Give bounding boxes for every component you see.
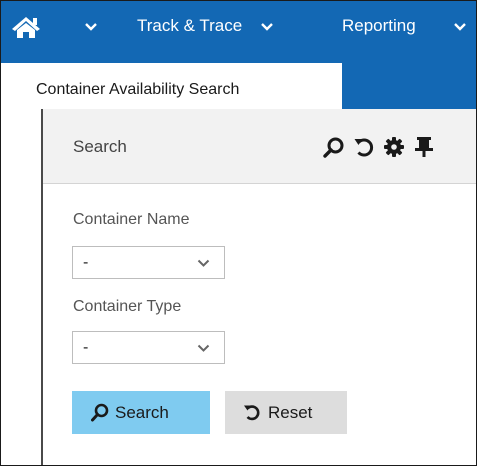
tab-label: Container Availability Search <box>36 81 240 98</box>
reset-icon[interactable] <box>353 136 375 158</box>
panel-title: Search <box>73 137 127 156</box>
reset-button[interactable]: Reset <box>225 391 347 434</box>
search-icon[interactable] <box>323 136 345 158</box>
home-icon[interactable] <box>11 15 41 39</box>
reset-icon <box>244 405 260 421</box>
search-button-label: Search <box>115 403 169 422</box>
chevron-down-icon <box>197 259 210 267</box>
chevron-down-icon <box>197 344 210 352</box>
reset-button-label: Reset <box>268 403 313 422</box>
container-name-value: - <box>83 254 89 271</box>
search-panel-header: Search <box>43 109 476 183</box>
app-window: Track & Trace Reporting Container Availa… <box>0 0 477 466</box>
tab-strip: Container Availability Search <box>1 54 476 109</box>
container-name-select[interactable]: - <box>72 246 225 279</box>
nav-item-track-trace[interactable]: Track & Trace <box>137 15 242 37</box>
chevron-down-icon[interactable] <box>261 23 273 31</box>
search-icon <box>91 403 109 422</box>
gear-icon[interactable] <box>383 136 405 158</box>
search-button[interactable]: Search <box>72 391 210 434</box>
nav-item-reporting[interactable]: Reporting <box>342 15 416 37</box>
container-type-value: - <box>83 339 89 356</box>
chevron-down-icon[interactable] <box>85 23 97 31</box>
container-type-select[interactable]: - <box>72 331 225 364</box>
tab-container-availability-search[interactable]: Container Availability Search <box>1 63 342 109</box>
top-navbar: Track & Trace Reporting <box>1 1 476 54</box>
container-type-label: Container Type <box>73 298 182 315</box>
container-name-label: Container Name <box>73 211 190 228</box>
pin-icon[interactable] <box>413 136 435 158</box>
panel-separator <box>43 183 476 184</box>
chevron-down-icon[interactable] <box>454 23 466 31</box>
